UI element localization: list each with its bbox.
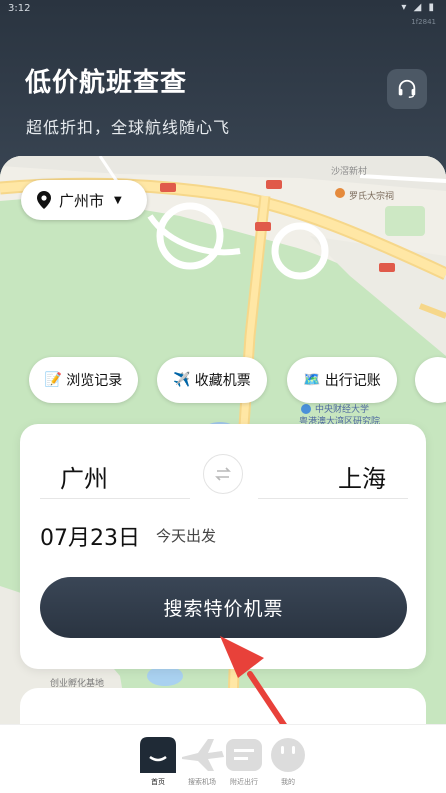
map-label: 沙滘新村	[331, 167, 368, 177]
status-time: 3:12	[8, 3, 31, 14]
quick-action-label: 浏览记录	[66, 373, 123, 389]
swap-cities-button[interactable]	[203, 454, 243, 494]
caret-down-icon: ▼	[114, 194, 122, 206]
page-subtitle: 超低折扣，全球航线随心飞	[26, 118, 231, 137]
arrival-underline	[258, 498, 408, 499]
status-bar: 3:12 ▾ ◢ ▮ 1f2841	[0, 0, 446, 26]
bottom-tab-bar: 首页 搜索机场 附近出行 我的	[0, 724, 446, 793]
status-icons: ▾ ◢ ▮	[401, 2, 436, 13]
city-selector-label: 广州市	[59, 191, 105, 210]
list-icon	[226, 739, 262, 771]
map-label: 罗氏大宗祠	[349, 192, 395, 202]
plane-icon	[182, 739, 224, 771]
city-selector[interactable]: 广州市 ▼	[21, 180, 147, 220]
search-flights-button[interactable]: 搜索特价机票	[40, 577, 407, 638]
customer-service-button[interactable]	[387, 69, 427, 109]
departure-date-note: 今天出发	[156, 527, 217, 545]
home-face-icon	[140, 737, 176, 773]
quick-action-favorites[interactable]: ✈️ 收藏机票	[157, 357, 267, 403]
page-title: 低价航班查查	[25, 68, 188, 98]
quick-action-more[interactable]	[415, 357, 446, 403]
location-pin-icon	[37, 191, 51, 209]
quick-action-history[interactable]: 📝 浏览记录	[29, 357, 138, 403]
tab-label: 我的	[281, 778, 295, 786]
departure-city[interactable]: 广州	[60, 459, 108, 494]
quick-action-label: 出行记账	[324, 373, 381, 389]
quick-action-expenses[interactable]: 🗺️ 出行记账	[287, 357, 397, 403]
memo-icon: 📝	[44, 372, 63, 388]
quick-action-label: 收藏机票	[194, 373, 251, 389]
headset-icon	[398, 79, 416, 98]
status-sub-text: 1f2841	[411, 18, 436, 26]
departure-date[interactable]: 07月23日	[40, 520, 140, 552]
map-icon: 🗺️	[303, 372, 321, 388]
plane-icon: ✈️	[173, 372, 191, 388]
swap-icon	[215, 467, 231, 481]
smile-icon	[271, 738, 305, 772]
tab-mine[interactable]: 我的	[264, 733, 312, 791]
departure-underline	[40, 498, 190, 499]
quick-actions: 📝 浏览记录 ✈️ 收藏机票 🗺️ 出行记账	[0, 357, 446, 403]
arrival-city[interactable]: 上海	[338, 459, 386, 494]
